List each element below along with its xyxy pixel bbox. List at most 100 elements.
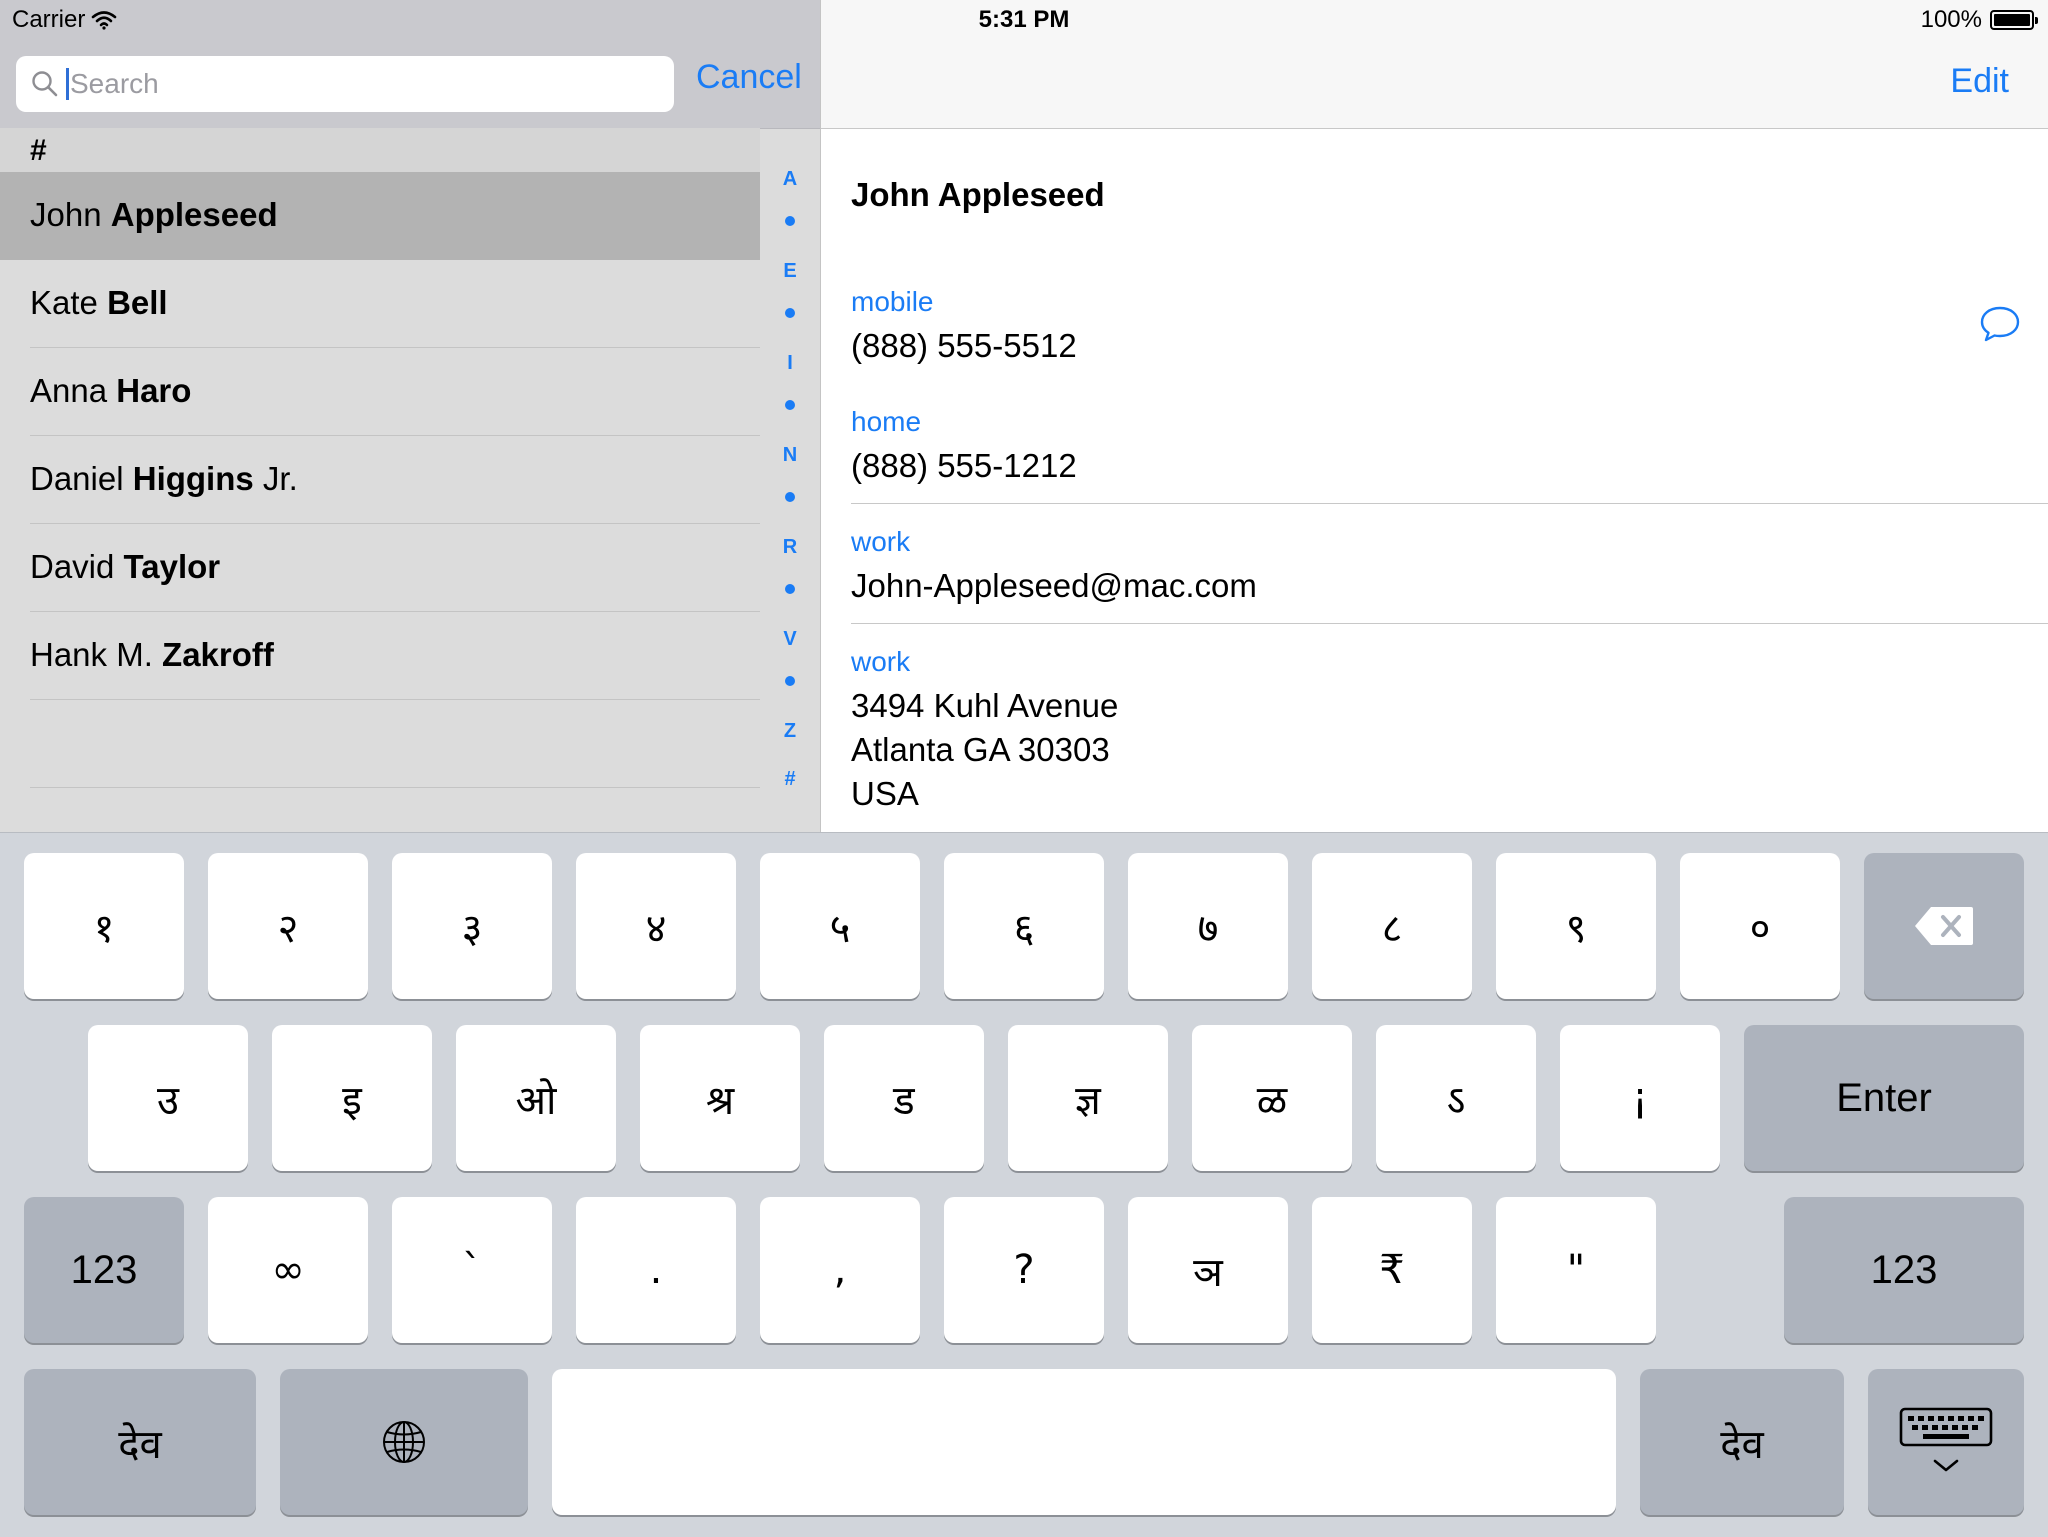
key-backtick[interactable]: ` — [392, 1197, 552, 1343]
key-nya[interactable]: ञ — [1128, 1197, 1288, 1343]
key-2[interactable]: २ — [208, 853, 368, 999]
battery-indicator: 100% — [1920, 6, 2038, 34]
contact-last-name: Zakroff — [162, 636, 274, 673]
search-icon — [32, 71, 58, 97]
key-7[interactable]: ७ — [1128, 853, 1288, 999]
key-label: " — [1566, 1247, 1586, 1293]
key-8[interactable]: ८ — [1312, 853, 1472, 999]
contact-last-name: Appleseed — [110, 196, 278, 233]
key-label: श्र — [705, 1077, 735, 1124]
script-switch-key-left[interactable]: देव — [24, 1369, 256, 1515]
index-letter-v[interactable]: V — [760, 628, 820, 651]
field-divider — [851, 503, 2048, 504]
contact-row[interactable]: Kate Bell — [0, 260, 760, 348]
contact-row[interactable]: Anna Haro — [0, 348, 760, 436]
contact-last-name: Bell — [107, 284, 168, 321]
key-da[interactable]: ड — [824, 1025, 984, 1171]
key-label: ? — [1013, 1247, 1035, 1293]
key-comma[interactable]: , — [760, 1197, 920, 1343]
index-letter-z[interactable]: Z — [760, 720, 820, 743]
index-letter-a[interactable]: A — [760, 168, 820, 191]
on-screen-keyboard: १ २ ३ ४ ५ ६ ७ ८ ९ ० उ इ ओ श्र ड ज्ञ ळ ऽ … — [0, 832, 2048, 1537]
battery-percent: 100% — [1920, 6, 1982, 33]
script-switch-key-right[interactable]: देव — [1640, 1369, 1844, 1515]
contact-suffix: Jr. — [262, 460, 298, 497]
section-index-bar[interactable]: A E I N R V Z # — [760, 160, 820, 800]
cancel-button[interactable]: Cancel — [696, 58, 802, 97]
key-label: ज्ञ — [1075, 1077, 1101, 1124]
key-gya[interactable]: ज्ञ — [1008, 1025, 1168, 1171]
key-label: ञ — [1193, 1249, 1223, 1296]
backspace-key[interactable] — [1864, 853, 2024, 999]
key-label: 123 — [70, 1247, 138, 1292]
index-letter-r[interactable]: R — [760, 536, 820, 559]
key-label: ₹ — [1379, 1247, 1405, 1293]
index-letter-i[interactable]: I — [760, 352, 820, 375]
key-quote[interactable]: " — [1496, 1197, 1656, 1343]
key-3[interactable]: ३ — [392, 853, 552, 999]
key-1[interactable]: १ — [24, 853, 184, 999]
key-label: ७ — [1197, 905, 1219, 952]
index-dot[interactable] — [760, 676, 820, 686]
contact-row[interactable]: Hank M. Zakroff — [0, 612, 760, 700]
index-letter-e[interactable]: E — [760, 260, 820, 283]
key-label: , — [833, 1247, 847, 1293]
key-label: ड — [893, 1077, 915, 1124]
home-phone-field[interactable]: home (888) 555-1212 — [851, 400, 1077, 488]
contact-first-name: Anna — [30, 372, 108, 409]
enter-key[interactable]: Enter — [1744, 1025, 2024, 1171]
key-inverted-exclamation[interactable]: ¡ — [1560, 1025, 1720, 1171]
mobile-phone-field[interactable]: mobile (888) 555-5512 — [851, 280, 1077, 368]
contact-name: John Appleseed — [30, 196, 278, 234]
key-infinity[interactable]: ∞ — [208, 1197, 368, 1343]
key-o[interactable]: ओ — [456, 1025, 616, 1171]
index-letter-n[interactable]: N — [760, 444, 820, 467]
key-avagraha[interactable]: ऽ — [1376, 1025, 1536, 1171]
globe-key[interactable] — [280, 1369, 528, 1515]
key-rupee[interactable]: ₹ — [1312, 1197, 1472, 1343]
key-period[interactable]: . — [576, 1197, 736, 1343]
contact-list: John Appleseed Kate Bell Anna Haro Danie… — [0, 172, 760, 788]
key-question[interactable]: ? — [944, 1197, 1104, 1343]
space-bar[interactable] — [552, 1369, 1616, 1515]
dismiss-keyboard-key[interactable] — [1868, 1369, 2024, 1515]
message-icon[interactable] — [1978, 302, 2022, 346]
field-label: work — [851, 526, 911, 557]
work-address-field[interactable]: work 3494 Kuhl Avenue Atlanta GA 30303 U… — [851, 640, 1118, 816]
address-line-2: Atlanta GA 30303 — [851, 731, 1110, 768]
field-label: work — [851, 646, 911, 677]
address-line-1: 3494 Kuhl Avenue — [851, 687, 1119, 724]
contact-row[interactable]: David Taylor — [0, 524, 760, 612]
key-u[interactable]: उ — [88, 1025, 248, 1171]
index-dot[interactable] — [760, 216, 820, 226]
key-lla[interactable]: ळ — [1192, 1025, 1352, 1171]
key-4[interactable]: ४ — [576, 853, 736, 999]
contact-row[interactable]: Daniel Higgins Jr. — [0, 436, 760, 524]
search-input[interactable]: Search — [16, 56, 674, 112]
contact-row[interactable]: John Appleseed — [0, 172, 760, 260]
index-letter-hash[interactable]: # — [760, 768, 820, 791]
numbers-key-right[interactable]: 123 — [1784, 1197, 2024, 1343]
key-0[interactable]: ० — [1680, 853, 1840, 999]
field-value: (888) 555-1212 — [851, 447, 1077, 484]
contact-first-name: David — [30, 548, 115, 585]
row-divider — [30, 787, 760, 788]
key-5[interactable]: ५ — [760, 853, 920, 999]
index-dot[interactable] — [760, 584, 820, 594]
index-dot[interactable] — [760, 400, 820, 410]
key-6[interactable]: ६ — [944, 853, 1104, 999]
key-i[interactable]: इ — [272, 1025, 432, 1171]
field-divider — [851, 623, 2048, 624]
index-dot[interactable] — [760, 308, 820, 318]
key-label: उ — [157, 1077, 179, 1124]
numbers-key-left[interactable]: 123 — [24, 1197, 184, 1343]
key-label: ∞ — [271, 1247, 305, 1293]
index-dot[interactable] — [760, 492, 820, 502]
key-9[interactable]: ९ — [1496, 853, 1656, 999]
edit-button[interactable]: Edit — [1950, 62, 2009, 101]
key-shra[interactable]: श्र — [640, 1025, 800, 1171]
work-email-field[interactable]: work John-Appleseed@mac.com — [851, 520, 1257, 608]
contact-first-name: John — [30, 196, 102, 233]
field-value: John-Appleseed@mac.com — [851, 567, 1257, 604]
key-label: ६ — [1013, 905, 1035, 952]
